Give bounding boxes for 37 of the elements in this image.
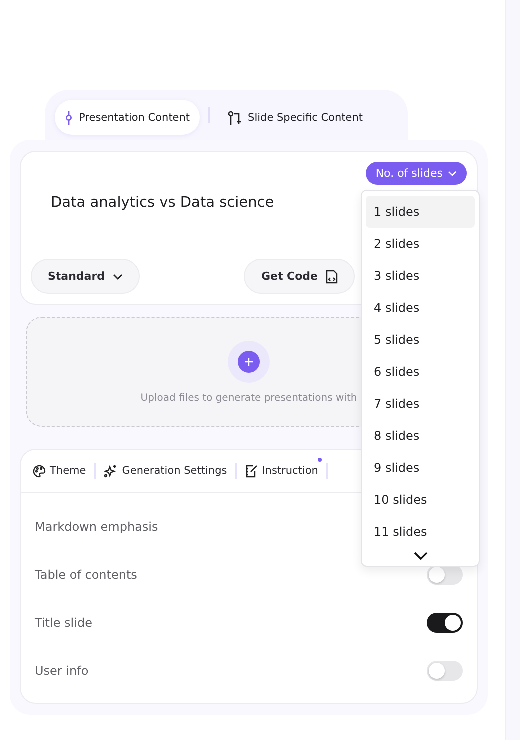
add-button[interactable] bbox=[238, 350, 260, 372]
upload-hint: Upload files to generate presentations with bbox=[140, 392, 358, 404]
setting-label: Title slide bbox=[35, 616, 92, 630]
dropdown-option[interactable]: 10 slides bbox=[366, 484, 475, 516]
branch-icon bbox=[228, 110, 242, 124]
setting-label: User info bbox=[35, 664, 89, 678]
setting-label: Markdown emphasis bbox=[35, 520, 158, 534]
toggle-switch[interactable] bbox=[427, 565, 463, 585]
sparkle-icon bbox=[104, 464, 118, 478]
mode-tab[interactable]: Slide Specific Content bbox=[218, 100, 373, 135]
toggle-switch[interactable] bbox=[427, 613, 463, 633]
setting-label: Table of contents bbox=[35, 568, 138, 582]
topic-text: Data analytics vs Data science bbox=[51, 195, 276, 211]
mode-tab[interactable]: Presentation Content bbox=[55, 100, 200, 135]
settings-tab[interactable]: Instruction bbox=[245, 464, 318, 478]
pin-icon bbox=[65, 110, 73, 124]
dropdown-option[interactable]: 11 slides bbox=[366, 516, 475, 548]
dropdown-option[interactable]: 6 slides bbox=[366, 356, 475, 388]
palette-icon bbox=[33, 464, 46, 478]
chevron-down-icon[interactable] bbox=[414, 552, 428, 560]
dropdown-option[interactable]: 3 slides bbox=[366, 260, 475, 292]
note-edit-icon bbox=[245, 464, 258, 478]
dropdown-option[interactable]: 5 slides bbox=[366, 324, 475, 356]
code-file-icon bbox=[326, 270, 338, 284]
dropdown-option[interactable]: 7 slides bbox=[366, 388, 475, 420]
dropdown-option[interactable]: 9 slides bbox=[366, 452, 475, 484]
plus-icon bbox=[245, 358, 253, 366]
get-code-button[interactable]: Get Code bbox=[244, 259, 355, 294]
settings-tab[interactable]: Theme bbox=[33, 464, 86, 478]
chevron-down-icon bbox=[448, 170, 457, 176]
slides-count-button[interactable]: No. of slides bbox=[366, 162, 467, 185]
chevron-down-icon bbox=[113, 274, 124, 280]
toggle-switch[interactable] bbox=[427, 661, 463, 681]
dropdown-option[interactable]: 2 slides bbox=[366, 228, 475, 260]
dropdown-option[interactable]: 1 slides bbox=[366, 196, 475, 228]
style-select[interactable]: Standard bbox=[31, 259, 140, 294]
settings-tab[interactable]: Generation Settings bbox=[104, 464, 228, 478]
